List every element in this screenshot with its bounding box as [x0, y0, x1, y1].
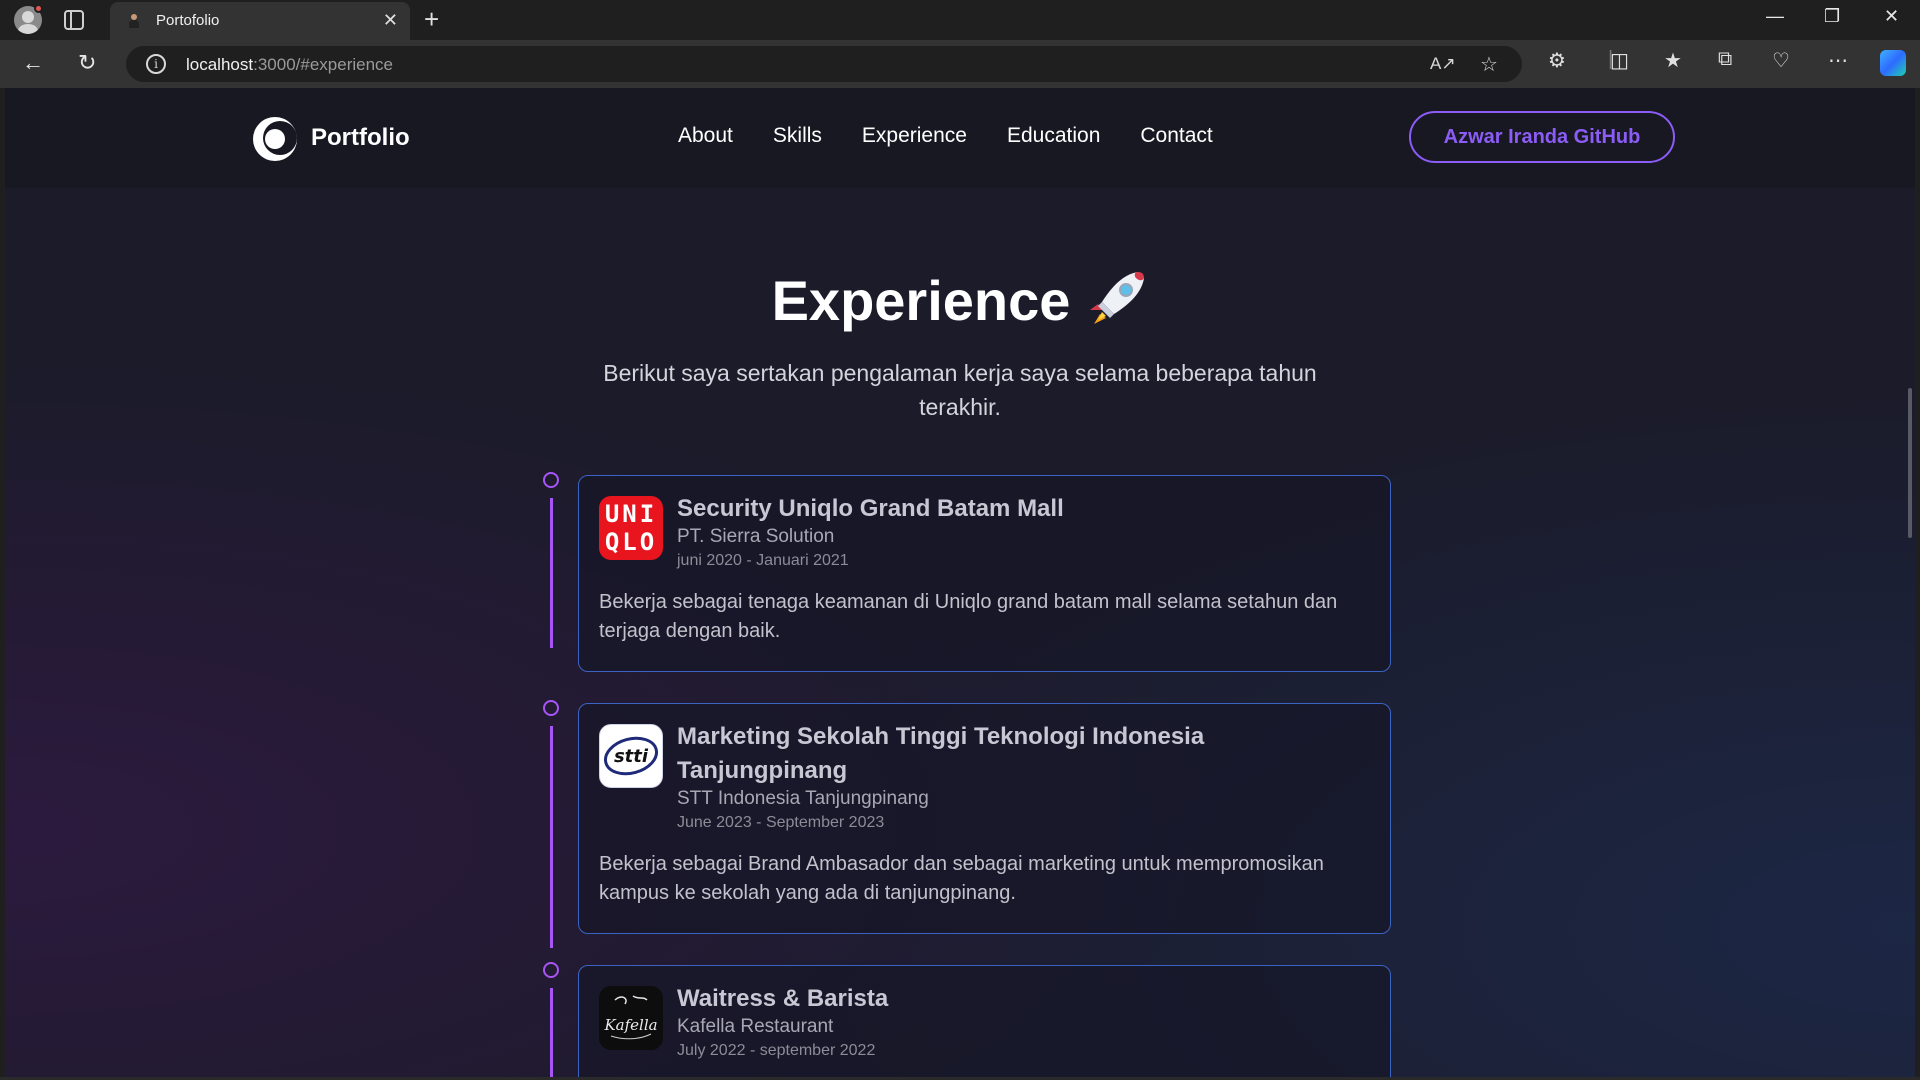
url-text[interactable]: localhost:3000/#experience — [186, 55, 393, 75]
nav-experience[interactable]: Experience — [862, 124, 967, 148]
favorite-star-icon[interactable]: ☆ — [1480, 52, 1498, 77]
tab-actions-icon[interactable] — [64, 10, 84, 30]
new-tab-icon[interactable]: + — [424, 5, 439, 33]
experience-card: stti Marketing Sekolah Tinggi Teknologi … — [578, 703, 1391, 934]
stt-logo-mark: stti — [604, 736, 658, 776]
kafella-logo: Kafella — [599, 986, 663, 1050]
browser-essentials-icon[interactable]: ♡ — [1772, 48, 1790, 73]
job-date: juni 2020 - Januari 2021 — [677, 552, 849, 569]
read-aloud-icon[interactable]: A↗ — [1430, 54, 1456, 74]
uniqlo-logo: UNI QLO — [599, 496, 663, 560]
page-scrollbar[interactable] — [1908, 388, 1912, 538]
copilot-icon[interactable] — [1880, 50, 1906, 76]
timeline-dot — [543, 962, 559, 978]
experience-card: UNI QLO Security Uniqlo Grand Batam Mall … — [578, 475, 1391, 672]
job-title: Security Uniqlo Grand Batam Mall — [677, 495, 1064, 522]
site-info-icon[interactable]: i — [146, 54, 166, 74]
nav-skills[interactable]: Skills — [773, 124, 822, 148]
experience-card: Kafella Waitress & Barista Kafella Resta… — [578, 965, 1391, 1077]
job-description: Bekerja sebagai Brand Ambasador dan seba… — [599, 853, 1324, 904]
stt-indonesia-logo: stti — [599, 724, 663, 788]
browser-tab[interactable]: Portofolio ✕ — [110, 2, 410, 40]
browser-toolbar: ← ↻ i localhost:3000/#experience A↗ ☆ ⚙ … — [0, 40, 1920, 88]
restore-icon[interactable]: ❐ — [1824, 6, 1840, 27]
refresh-icon[interactable]: ↻ — [78, 50, 96, 76]
favorites-icon[interactable]: ★ — [1664, 48, 1682, 73]
section-title: Experience — [5, 268, 1915, 333]
timeline-line — [550, 498, 553, 648]
browser-tab-bar: Portofolio ✕ + — ❐ ✕ — [0, 0, 1920, 40]
favicon-icon — [126, 13, 142, 29]
section-description: Berikut saya sertakan pengalaman kerja s… — [603, 360, 1317, 420]
timeline-dot — [543, 472, 559, 488]
timeline-dot — [543, 700, 559, 716]
job-date: July 2022 - september 2022 — [677, 1042, 876, 1059]
job-title: Marketing Sekolah Tinggi Teknologi Indon… — [677, 723, 1205, 784]
main-nav: About Skills Experience Education Contac… — [678, 124, 1213, 148]
section-title-text: Experience — [771, 269, 1071, 332]
svg-text:stti: stti — [614, 746, 649, 767]
github-button[interactable]: Azwar Iranda GitHub — [1409, 111, 1675, 163]
job-date: June 2023 - September 2023 — [677, 814, 885, 831]
nav-education[interactable]: Education — [1007, 124, 1100, 148]
nav-contact[interactable]: Contact — [1140, 124, 1212, 148]
site-header: Portfolio About Skills Experience Educat… — [5, 88, 1915, 188]
collections-icon[interactable]: ⧉ — [1718, 48, 1732, 71]
address-bar[interactable]: i localhost:3000/#experience A↗ ☆ — [126, 46, 1522, 82]
minimize-icon[interactable]: — — [1766, 6, 1784, 27]
tab-close-icon[interactable]: ✕ — [383, 10, 398, 30]
timeline-line — [550, 726, 553, 948]
notification-dot — [34, 4, 43, 13]
page-viewport: Portfolio About Skills Experience Educat… — [5, 88, 1915, 1077]
nav-about[interactable]: About — [678, 124, 733, 148]
split-screen-icon[interactable]: ◫ — [1610, 48, 1629, 73]
timeline-line — [550, 988, 553, 1077]
brand-logo-icon — [253, 117, 297, 161]
job-description: Bekerja sebagai tenaga keamanan di Uniql… — [599, 591, 1338, 642]
more-icon[interactable]: ⋯ — [1828, 48, 1848, 73]
brand-name: Portfolio — [311, 124, 410, 151]
svg-text:Kafella: Kafella — [603, 1016, 657, 1034]
back-arrow-icon[interactable]: ← — [22, 50, 44, 76]
tab-title: Portofolio — [156, 12, 220, 29]
company-name: Kafella Restaurant — [677, 1016, 834, 1037]
company-name: PT. Sierra Solution — [677, 526, 835, 547]
job-title: Waitress & Barista — [677, 985, 889, 1012]
close-window-icon[interactable]: ✕ — [1884, 6, 1899, 27]
rocket-icon — [1090, 272, 1145, 324]
extensions-icon[interactable]: ⚙ — [1548, 48, 1566, 73]
company-name: STT Indonesia Tanjungpinang — [677, 788, 929, 809]
kafella-logo-mark: Kafella — [603, 995, 658, 1040]
